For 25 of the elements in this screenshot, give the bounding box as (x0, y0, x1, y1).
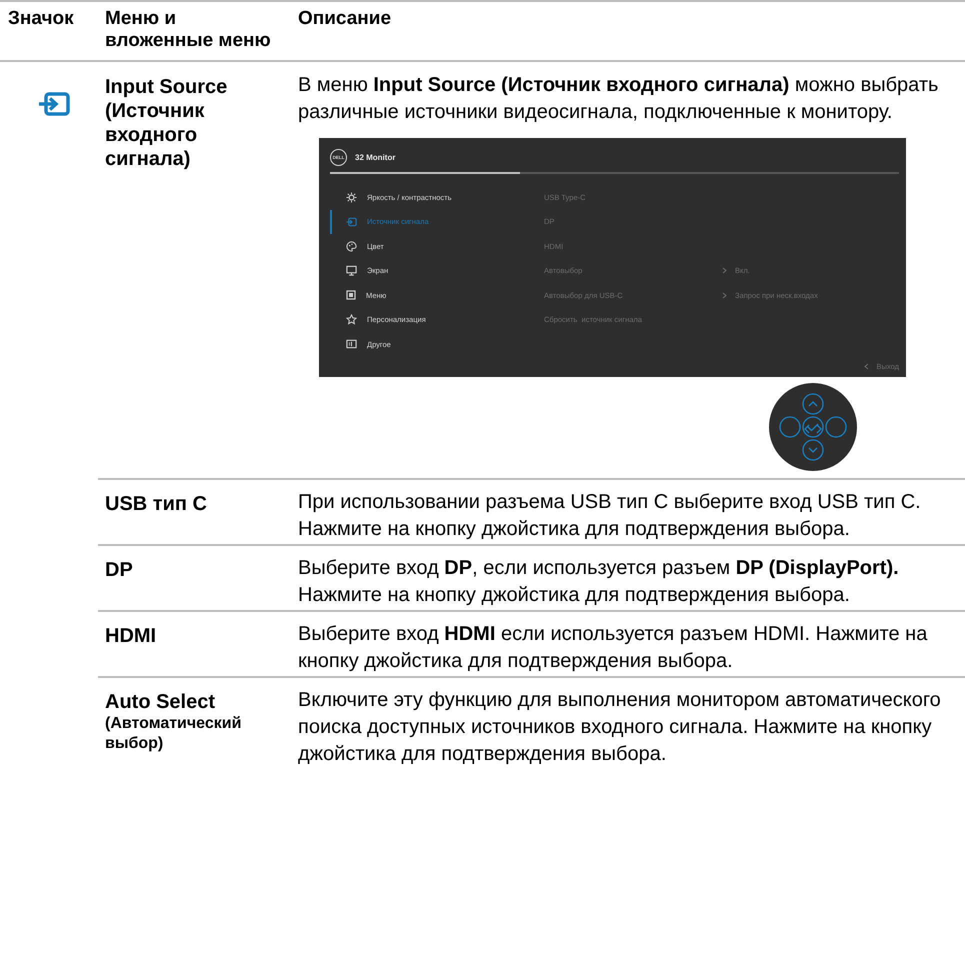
description: При использовании разъема USB тип C выберите вход USB тип C. Нажмите на кнопку джойстика для подтверждения выбора. (292, 478, 965, 544)
sun-icon (346, 192, 357, 203)
monitor-icon (346, 265, 357, 276)
column-header: Меню и вложенные меню (98, 2, 292, 62)
submenu-name: USB тип C (98, 478, 292, 544)
square-icon (346, 290, 356, 300)
osd-title: 32 Monitor (355, 152, 396, 162)
column-header: Значок (0, 2, 98, 62)
submenu-name: HDMI (98, 610, 292, 676)
chevron-icon (722, 267, 727, 274)
palette-icon (346, 240, 357, 252)
submenu-name: DP (98, 544, 292, 610)
description: В меню Input Source (Источник входного сигнала) можно выбрать различные источники видеосигнала, подключенные к монитору. (298, 73, 940, 125)
input-icon (346, 216, 357, 227)
menu-name: Input Source (Источник входного сигнала) (104, 75, 228, 172)
description: Выберите вход DP, если используется разъем DP (DisplayPort). Нажмите на кнопку джойстика для подтверждения выбора. (292, 544, 965, 610)
chevron-icon (864, 363, 869, 370)
description: Включите эту функцию для выполнения монитором автоматического поиска доступных источников входного сигнала. Нажмите на кнопку джойстика для подтверждения выбора. (292, 676, 965, 769)
chevron-icon (722, 292, 727, 299)
column-header: Описание (292, 2, 965, 62)
description: Выберите вход HDMI если используется разъем HDMI. Нажмите на кнопку джойстика для подтверждения выбора. (292, 610, 965, 676)
submenu-name: Auto Select (Автоматический выбор) (98, 676, 292, 769)
star-icon (346, 314, 357, 326)
panel-icon (346, 339, 357, 350)
input-source-icon (38, 92, 70, 116)
